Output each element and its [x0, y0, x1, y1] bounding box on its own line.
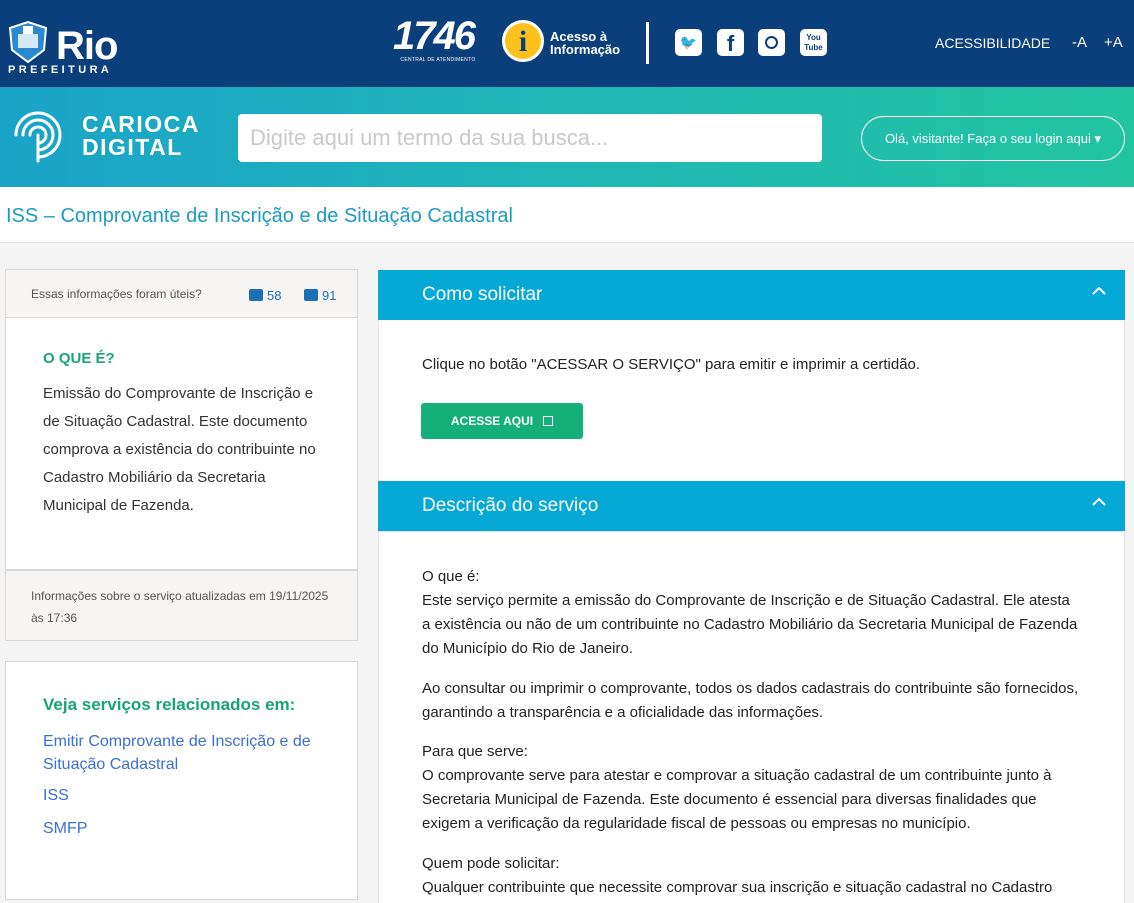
- hotline-1746-logo[interactable]: 1746 CENTRAL DE ATENDIMENTO: [393, 16, 483, 66]
- chevron-up-icon: [1092, 497, 1106, 506]
- request-panel-title: Como solicitar: [422, 284, 543, 305]
- instagram-icon[interactable]: [758, 29, 785, 56]
- city-crest-icon: [8, 20, 48, 64]
- hotline-number: 1746: [393, 14, 476, 58]
- description-paragraph-1: O que é: Este serviço permite a emissão …: [422, 568, 1078, 657]
- font-decrease-button[interactable]: -A: [1072, 34, 1087, 51]
- accessibility-link[interactable]: ACESSIBILIDADE: [935, 35, 1050, 51]
- thumbs-up-icon: [249, 289, 263, 301]
- logo-rio-text: Rio: [56, 24, 118, 68]
- related-heading: Veja serviços relacionados em:: [43, 695, 296, 714]
- dislike-button[interactable]: 91: [304, 288, 336, 303]
- thumbs-down-icon: [304, 289, 318, 301]
- login-dropdown-button[interactable]: Olá, visitante! Faça o seu login aqui ▾: [861, 116, 1125, 161]
- what-is-heading: O QUE É?: [43, 350, 115, 367]
- twitter-icon[interactable]: 🐦: [675, 29, 702, 56]
- carioca-digital-fingerprint-icon[interactable]: [6, 103, 70, 167]
- page-title-bar: ISS – Comprovante de Inscrição e de Situ…: [0, 187, 1134, 243]
- info-icon: i: [502, 20, 544, 62]
- related-link-iss[interactable]: ISS: [43, 784, 328, 807]
- youtube-icon[interactable]: You Tube: [800, 29, 827, 56]
- header-divider: [646, 22, 649, 64]
- description-paragraph-4: Quem pode solicitar: Qualquer contribuin…: [422, 855, 1053, 896]
- logo-prefeitura-text: PREFEITURA: [8, 64, 113, 76]
- external-link-icon: [543, 416, 554, 426]
- description-panel-body: O que é: Este serviço permite a emissão …: [378, 531, 1125, 903]
- facebook-icon[interactable]: f: [717, 29, 744, 56]
- related-link-smfp[interactable]: SMFP: [43, 817, 328, 840]
- updated-text: Informações sobre o serviço atualizadas …: [31, 589, 329, 625]
- what-is-text: Emissão do Comprovante de Inscrição e de…: [43, 385, 316, 514]
- acesso-line2: Informação: [550, 42, 621, 57]
- description-paragraph-3: Para que serve: O comprovante serve para…: [422, 743, 1052, 832]
- login-label: Olá, visitante! Faça o seu login aqui: [884, 131, 1091, 146]
- feedback-box: Essas informações foram úteis? 58 91: [5, 269, 358, 318]
- related-link-comprovante[interactable]: Emitir Comprovante de Inscrição e de Sit…: [43, 730, 328, 776]
- related-services-box: Veja serviços relacionados em: Emitir Co…: [5, 661, 358, 900]
- request-panel-header[interactable]: Como solicitar: [378, 270, 1125, 320]
- font-increase-button[interactable]: +A: [1104, 34, 1123, 51]
- top-bar: Rio PREFEITURA 1746 CENTRAL DE ATENDIMEN…: [0, 0, 1134, 87]
- feedback-question: Essas informações foram úteis?: [31, 287, 202, 301]
- description-paragraph-2: Ao consultar ou imprimir o comprovante, …: [422, 680, 1079, 721]
- updated-info-box: Informações sobre o serviço atualizadas …: [5, 570, 358, 641]
- description-panel-title: Descrição do serviço: [422, 495, 599, 516]
- what-is-box: O QUE É? Emissão do Comprovante de Inscr…: [5, 317, 358, 570]
- hotline-subtitle: CENTRAL DE ATENDIMENTO: [400, 57, 476, 63]
- access-service-button[interactable]: ACESSE AQUI: [421, 403, 583, 439]
- request-panel-body: Clique no botão "ACESSAR O SERVIÇO" para…: [378, 320, 1125, 481]
- dislike-count: 91: [322, 288, 337, 303]
- request-instruction: Clique no botão "ACESSAR O SERVIÇO" para…: [422, 356, 921, 373]
- like-button[interactable]: 58: [249, 288, 281, 303]
- search-header: CARIOCA DIGITAL Olá, visitante! Faça o s…: [0, 87, 1134, 187]
- carioca-digital-logo[interactable]: CARIOCA DIGITAL: [82, 113, 200, 159]
- chevron-up-icon: [1092, 286, 1106, 295]
- search-input[interactable]: [238, 114, 822, 162]
- acesso-informacao-link[interactable]: i Acesso à Informação: [502, 20, 642, 64]
- description-panel-header[interactable]: Descrição do serviço: [378, 481, 1125, 531]
- page-title: ISS – Comprovante de Inscrição e de Situ…: [6, 205, 513, 227]
- chevron-down-icon: ▾: [1094, 131, 1102, 146]
- like-count: 58: [267, 288, 282, 303]
- prefeitura-rio-logo[interactable]: Rio PREFEITURA: [6, 14, 136, 78]
